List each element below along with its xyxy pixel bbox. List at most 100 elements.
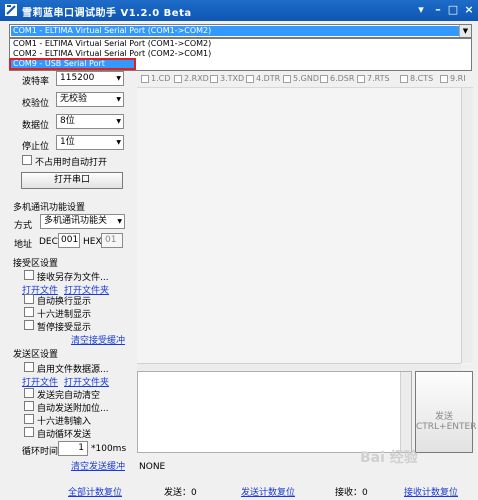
port-option-com9[interactable]: COM9 - USB Serial Port bbox=[9, 58, 136, 70]
app-icon bbox=[5, 4, 17, 16]
chevron-down-icon: ▼ bbox=[117, 218, 122, 225]
dec-value: 001 bbox=[61, 235, 79, 245]
send-button-shortcut: CTRL+ENTER bbox=[416, 422, 477, 432]
loop-send-checkbox[interactable] bbox=[24, 427, 34, 437]
save-as-file-label: 接收另存为文件... bbox=[37, 273, 109, 283]
pin-label: 8.CTS bbox=[410, 74, 434, 83]
mode-select[interactable]: 多机通讯功能关 ▼ bbox=[40, 214, 125, 229]
send-textarea[interactable] bbox=[137, 371, 412, 453]
hex-input[interactable]: 01 bbox=[101, 233, 123, 248]
hex-value: 01 bbox=[105, 235, 117, 245]
loop-period-input[interactable]: 1 bbox=[58, 441, 88, 456]
pin-label: 2.RXD bbox=[184, 74, 209, 83]
parity-label: 校验位 bbox=[22, 99, 50, 109]
pin-box bbox=[440, 75, 448, 83]
dec-label: DEC bbox=[39, 237, 58, 247]
send-vertical-scrollbar[interactable] bbox=[400, 372, 411, 452]
multi-comm-section-title: 多机通讯功能设置 bbox=[13, 203, 86, 213]
menu-dropdown-icon[interactable]: ▾ bbox=[414, 3, 428, 17]
sent-count: 发送：0 bbox=[164, 488, 197, 498]
send-open-folder-link[interactable]: 打开文件夹 bbox=[64, 375, 109, 388]
baud-label: 波特率 bbox=[22, 77, 50, 87]
receive-vertical-scrollbar[interactable] bbox=[461, 88, 473, 363]
port-select[interactable]: COM1 - ELTIMA Virtual Serial Port (COM1-… bbox=[9, 24, 472, 38]
auto-open-checkbox[interactable] bbox=[22, 155, 32, 165]
reset-received-link[interactable]: 接收计数复位 bbox=[404, 485, 458, 498]
append-checksum-label: 自动发送附加位... bbox=[37, 404, 109, 414]
pin-label: 5.GND bbox=[293, 74, 319, 83]
auto-newline-checkbox[interactable] bbox=[24, 294, 34, 304]
maximize-icon[interactable]: □ bbox=[446, 3, 460, 17]
loop-send-label: 自动循环发送 bbox=[37, 430, 92, 440]
chevron-down-icon: ▼ bbox=[116, 96, 121, 103]
pin-label: 6.DSR bbox=[330, 74, 355, 83]
pin-label: 3.TXD bbox=[220, 74, 245, 83]
file-source-checkbox[interactable] bbox=[24, 362, 34, 372]
stopbits-select[interactable]: 1位 ▼ bbox=[56, 135, 124, 150]
pin-box bbox=[141, 75, 149, 83]
port-dropdown-list[interactable]: COM1 - ELTIMA Virtual Serial Port (COM1-… bbox=[9, 38, 472, 71]
databits-select[interactable]: 8位 ▼ bbox=[56, 114, 124, 129]
hex-label: HEX bbox=[83, 237, 102, 247]
status-bar: 全部计数复位 发送：0 发送计数复位 接收：0 接收计数复位 bbox=[0, 480, 478, 500]
send-open-file-link[interactable]: 打开文件 bbox=[22, 375, 58, 388]
databits-label: 数据位 bbox=[22, 121, 50, 131]
clear-after-send-checkbox[interactable] bbox=[24, 388, 34, 398]
chevron-down-icon: ▼ bbox=[116, 139, 121, 146]
window-title: 雪莉蓝串口调试助手 V1.2.0 Beta bbox=[22, 8, 192, 19]
received-count: 接收：0 bbox=[335, 488, 368, 498]
watermark: Bai 经验 bbox=[360, 450, 418, 466]
loop-period-label: 循环时间 bbox=[22, 447, 59, 457]
minimize-icon[interactable]: – bbox=[431, 3, 445, 17]
clear-receive-link[interactable]: 清空接受缓冲 bbox=[71, 333, 125, 346]
checksum-mode: NONE bbox=[139, 462, 166, 472]
loop-period-unit: *100ms bbox=[91, 444, 127, 454]
hex-input-label: 十六进制输入 bbox=[37, 417, 92, 427]
parity-select[interactable]: 无校验 ▼ bbox=[56, 92, 124, 107]
pin-box bbox=[210, 75, 218, 83]
hex-input-checkbox[interactable] bbox=[24, 414, 34, 424]
pause-receive-label: 暂停接受显示 bbox=[37, 323, 92, 333]
receive-horizontal-scrollbar[interactable] bbox=[137, 363, 461, 371]
append-checksum-checkbox[interactable] bbox=[24, 401, 34, 411]
send-button-label: 发送 bbox=[434, 412, 453, 422]
dec-input[interactable]: 001 bbox=[58, 233, 80, 248]
chevron-down-icon[interactable]: ▼ bbox=[459, 25, 471, 37]
pin-label: 1.CD bbox=[151, 74, 171, 83]
title-bar: 雪莉蓝串口调试助手 V1.2.0 Beta ▾ – □ × bbox=[0, 0, 478, 21]
baud-select[interactable]: 115200 ▼ bbox=[56, 71, 124, 86]
hex-display-label: 十六进制显示 bbox=[37, 310, 92, 320]
pin-box bbox=[400, 75, 408, 83]
reset-all-link[interactable]: 全部计数复位 bbox=[68, 485, 122, 498]
stopbits-label: 停止位 bbox=[22, 142, 50, 152]
pin-label: 4.DTR bbox=[256, 74, 281, 83]
pin-box bbox=[357, 75, 365, 83]
auto-open-label: 不占用时自动打开 bbox=[35, 158, 108, 168]
pin-label: 7.RTS bbox=[367, 74, 390, 83]
pin-box bbox=[174, 75, 182, 83]
send-button[interactable]: 发送 CTRL+ENTER bbox=[415, 371, 477, 453]
port-select-value: COM1 - ELTIMA Virtual Serial Port (COM1-… bbox=[11, 26, 459, 36]
save-as-file-checkbox[interactable] bbox=[24, 270, 34, 280]
clear-send-link[interactable]: 清空发送缓冲 bbox=[71, 459, 125, 472]
reset-sent-link[interactable]: 发送计数复位 bbox=[241, 485, 295, 498]
address-label: 地址 bbox=[14, 240, 33, 250]
receive-textarea[interactable] bbox=[137, 87, 473, 364]
send-section-title: 发送区设置 bbox=[13, 350, 59, 360]
chevron-down-icon: ▼ bbox=[116, 118, 121, 125]
hex-display-checkbox[interactable] bbox=[24, 307, 34, 317]
port-option-com1[interactable]: COM1 - ELTIMA Virtual Serial Port (COM1-… bbox=[10, 39, 471, 49]
pin-box bbox=[320, 75, 328, 83]
open-port-button[interactable]: 打开串口 bbox=[21, 172, 123, 189]
baud-value: 115200 bbox=[60, 73, 95, 83]
close-icon[interactable]: × bbox=[462, 3, 476, 17]
pin-box bbox=[283, 75, 291, 83]
databits-value: 8位 bbox=[60, 116, 75, 126]
port-option-com2[interactable]: COM2 - ELTIMA Virtual Serial Port (COM2-… bbox=[10, 49, 471, 59]
loop-period-value: 1 bbox=[78, 443, 84, 453]
pause-receive-checkbox[interactable] bbox=[24, 320, 34, 330]
chevron-down-icon: ▼ bbox=[116, 75, 121, 82]
pin-label: 9.RI bbox=[450, 74, 466, 83]
auto-newline-label: 自动换行显示 bbox=[37, 297, 92, 307]
stopbits-value: 1位 bbox=[60, 137, 75, 147]
